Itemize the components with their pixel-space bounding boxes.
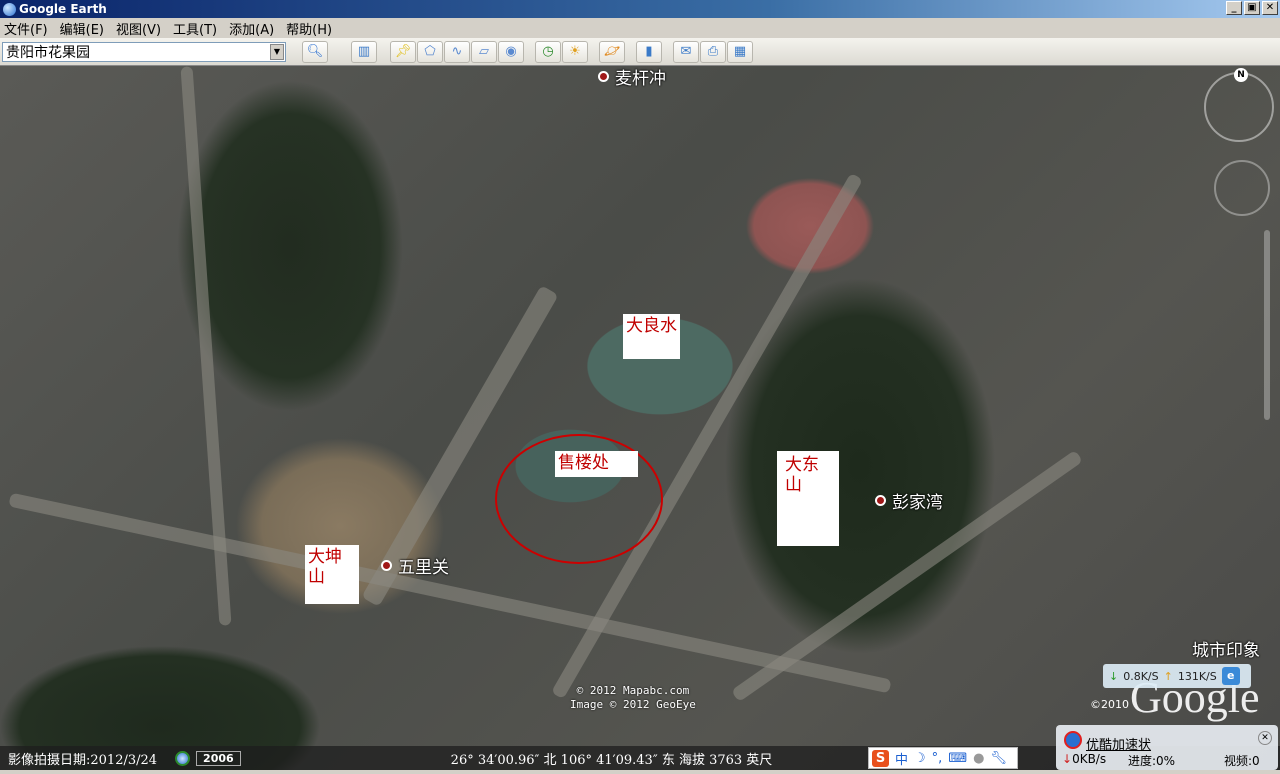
- annotation-note: 售楼处: [555, 451, 638, 477]
- window-title: Google Earth: [19, 2, 107, 16]
- sogou-logo-icon: S: [872, 749, 889, 767]
- youku-accelerator-popup: 优酷加速状 ✕ ↓0KB/s 进度:0% 视频:0: [1056, 725, 1278, 770]
- menu-bar: 文件(F) 编辑(E) 视图(V) 工具(T) 添加(A) 帮助(H): [0, 18, 1280, 38]
- record-tour-button[interactable]: ◉: [498, 40, 524, 63]
- add-polygon-button[interactable]: ⬠: [417, 40, 443, 63]
- search-button[interactable]: 🔍︎: [302, 40, 328, 63]
- youku-play-icon: [1064, 731, 1082, 749]
- navigation-compass[interactable]: N: [1204, 68, 1274, 142]
- network-speed-widget[interactable]: ↓ 0.8K/S ↑ 131K/S e: [1103, 664, 1251, 688]
- dropdown-arrow-icon[interactable]: ▼: [270, 43, 284, 60]
- annotation-note: 大坤山: [305, 545, 359, 604]
- sunlight-button[interactable]: ☀: [562, 40, 588, 63]
- imagery-date: 影像拍摄日期:2012/3/24: [8, 752, 158, 768]
- print-button[interactable]: ⎙: [700, 40, 726, 63]
- add-overlay-button[interactable]: ▱: [471, 40, 497, 63]
- window-bottom-border: [0, 770, 1280, 774]
- user-icon[interactable]: ●: [973, 751, 984, 766]
- ruler-icon: ▮: [645, 44, 653, 59]
- historical-clock-icon[interactable]: [175, 750, 191, 766]
- planets-button[interactable]: 🪐︎: [599, 40, 625, 63]
- path-icon: ∿: [451, 44, 463, 59]
- sidebar-button[interactable]: ▥: [351, 40, 377, 63]
- add-path-button[interactable]: ∿: [444, 40, 470, 63]
- search-icon: 🔍︎: [306, 44, 324, 59]
- punctuation-icon[interactable]: °,: [932, 751, 943, 766]
- place-marker-icon: [598, 71, 609, 82]
- search-value: 贵阳市花果园: [6, 44, 90, 61]
- annotation-note: 大良水: [623, 314, 680, 359]
- maps-icon: ▦: [733, 44, 747, 59]
- youku-progress: 进度:0%: [1128, 754, 1176, 768]
- ime-mode[interactable]: 中: [895, 749, 908, 768]
- add-placemark-button[interactable]: 📌︎: [390, 40, 416, 63]
- planets-icon: 🪐︎: [603, 44, 621, 59]
- historical-imagery-icon: ◷: [542, 44, 554, 59]
- ie-icon: e: [1221, 667, 1240, 685]
- download-speed: 0.8K/S: [1123, 669, 1159, 683]
- overlay-icon: ▱: [479, 44, 489, 59]
- search-input[interactable]: 贵阳市花果园 ▼: [2, 41, 286, 62]
- menu-help[interactable]: 帮助(H): [286, 19, 332, 38]
- title-bar: Google Earth _ ▣ ✕: [0, 0, 1280, 18]
- sidebar-icon: ▥: [357, 44, 371, 59]
- ime-toolbar[interactable]: S 中 ☽ °, ⌨ ● 🔧︎: [868, 747, 1018, 769]
- zoom-slider[interactable]: [1264, 230, 1270, 420]
- place-label[interactable]: 城市印象: [1192, 636, 1260, 661]
- place-marker-icon: [875, 495, 886, 506]
- minimize-button[interactable]: _: [1226, 1, 1242, 15]
- ruler-button[interactable]: ▮: [636, 40, 662, 63]
- toolbar: 贵阳市花果园 ▼ 🔍︎ ▥ 📌︎ ⬠ ∿ ▱ ◉ ◷ ☀ 🪐︎ ▮ ✉ ⎙ ▦: [0, 38, 1280, 66]
- google-earth-logo-icon: [3, 2, 16, 16]
- restore-button[interactable]: ▣: [1244, 1, 1260, 15]
- historical-imagery-button[interactable]: ◷: [535, 40, 561, 63]
- look-joystick[interactable]: [1214, 160, 1270, 216]
- place-label[interactable]: 麦杆冲: [598, 66, 666, 89]
- google-copyright-year: ©2010: [1090, 698, 1129, 711]
- keyboard-icon[interactable]: ⌨: [948, 751, 967, 766]
- menu-view[interactable]: 视图(V): [116, 19, 161, 38]
- map-view[interactable]: 麦杆冲 彭家湾 五里关 城市印象 大良水 售楼处 大东山 大坤山 © 2012 …: [0, 66, 1280, 770]
- print-icon: ⎙: [707, 44, 719, 59]
- download-arrow-icon: ↓: [1109, 669, 1119, 683]
- menu-edit[interactable]: 编辑(E): [60, 19, 104, 38]
- imagery-year-button[interactable]: 2006: [196, 750, 241, 766]
- place-label[interactable]: 五里关: [381, 553, 449, 578]
- close-icon[interactable]: ✕: [1258, 731, 1272, 745]
- place-marker-icon: [381, 560, 392, 571]
- upload-arrow-icon: ↑: [1163, 669, 1173, 683]
- half-width-moon-icon[interactable]: ☽: [914, 751, 926, 766]
- menu-add[interactable]: 添加(A): [229, 19, 274, 38]
- menu-tools[interactable]: 工具(T): [173, 19, 217, 38]
- place-label[interactable]: 彭家湾: [875, 488, 943, 513]
- tour-icon: ◉: [505, 44, 517, 59]
- close-button[interactable]: ✕: [1262, 1, 1278, 15]
- polygon-icon: ⬠: [424, 44, 436, 59]
- imagery-copyright: © 2012 Mapabc.com Image © 2012 GeoEye: [570, 684, 696, 711]
- north-indicator: N: [1234, 68, 1248, 82]
- upload-speed: 131K/S: [1177, 669, 1217, 683]
- annotation-note: 大东山: [777, 451, 839, 546]
- menu-file[interactable]: 文件(F): [4, 19, 48, 38]
- youku-rate: ↓0KB/s: [1062, 752, 1107, 766]
- wrench-icon[interactable]: 🔧︎: [990, 751, 1007, 766]
- view-in-maps-button[interactable]: ▦: [727, 40, 753, 63]
- sunlight-icon: ☀: [569, 44, 581, 59]
- youku-title-link[interactable]: 优酷加速状: [1086, 734, 1151, 753]
- email-button[interactable]: ✉: [673, 40, 699, 63]
- placemark-icon: 📌︎: [394, 44, 412, 59]
- email-icon: ✉: [680, 44, 692, 59]
- coordinates-readout: 26° 34′00.96″ 北 106° 41′09.43″ 东 海拔 3763…: [450, 752, 773, 768]
- youku-video-count: 视频:0: [1224, 754, 1260, 768]
